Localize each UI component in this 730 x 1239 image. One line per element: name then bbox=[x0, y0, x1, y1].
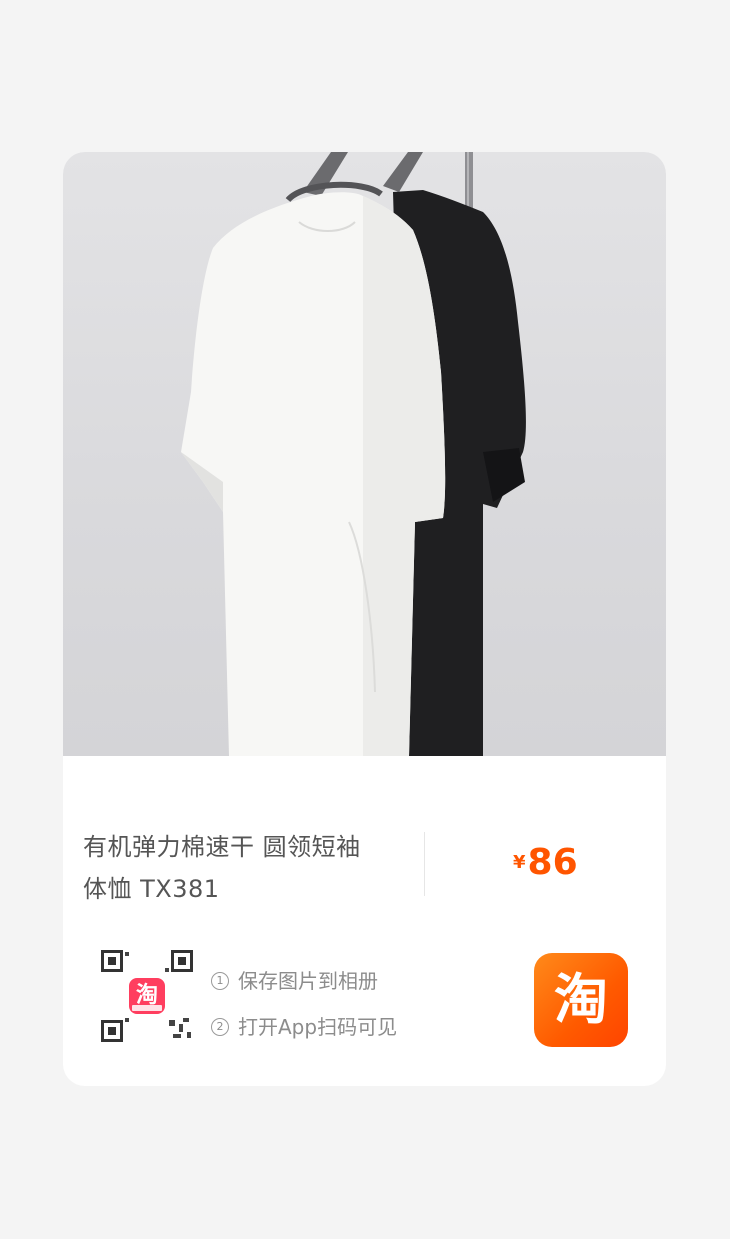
currency-symbol: ¥ bbox=[513, 852, 526, 873]
product-price: ¥86 bbox=[513, 842, 578, 883]
share-card: 有机弹力棉速干 圆领短袖 体恤 TX381 ¥86 淘 1 保存图片到相册 2 … bbox=[63, 152, 666, 1086]
product-title: 有机弹力棉速干 圆领短袖 体恤 TX381 bbox=[83, 826, 403, 910]
product-image[interactable] bbox=[63, 152, 666, 756]
qr-code-icon[interactable]: 淘 bbox=[99, 948, 195, 1044]
step-2: 2 打开App扫码可见 bbox=[211, 1004, 397, 1050]
step-2-number: 2 bbox=[211, 1018, 229, 1036]
step-1: 1 保存图片到相册 bbox=[211, 958, 397, 1004]
price-value: 86 bbox=[527, 842, 578, 883]
instructions: 1 保存图片到相册 2 打开App扫码可见 bbox=[211, 958, 397, 1050]
product-title-line1: 有机弹力棉速干 圆领短袖 bbox=[83, 833, 361, 861]
divider bbox=[424, 832, 425, 896]
step-2-text: 打开App扫码可见 bbox=[238, 1015, 398, 1039]
product-info: 有机弹力棉速干 圆领短袖 体恤 TX381 ¥86 淘 1 保存图片到相册 2 … bbox=[63, 756, 666, 1086]
qr-badge-text: 淘 bbox=[136, 982, 158, 1008]
product-title-line2: 体恤 TX381 bbox=[83, 875, 220, 903]
step-1-text: 保存图片到相册 bbox=[238, 969, 378, 993]
taobao-app-icon[interactable]: 淘 bbox=[534, 953, 628, 1047]
step-1-number: 1 bbox=[211, 972, 229, 990]
